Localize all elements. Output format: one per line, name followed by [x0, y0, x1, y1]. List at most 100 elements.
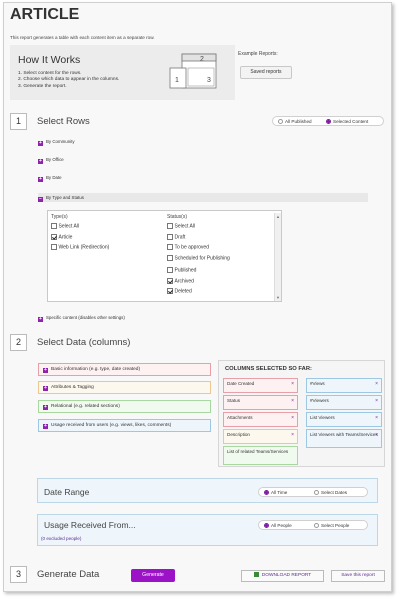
- selected-content-option[interactable]: Selected Content: [326, 119, 368, 124]
- data-group-label: Relational (e.g. related sections): [51, 404, 120, 409]
- scroll-down-icon[interactable]: ▼: [276, 295, 280, 300]
- checkbox-label: Select All: [58, 223, 80, 230]
- data-group-label: Usage received from users (e.g. views, l…: [51, 423, 172, 428]
- chip-label: Status: [227, 398, 241, 403]
- filter-by-community[interactable]: + By Community: [38, 139, 75, 146]
- remove-icon[interactable]: ×: [291, 398, 294, 405]
- chip-label: List Viewers: [310, 415, 335, 420]
- select-dates-label: Select Dates: [321, 490, 348, 495]
- data-group-attributes[interactable]: + Attributes & Tagging: [38, 381, 211, 394]
- checkbox[interactable]: [167, 267, 173, 273]
- checkbox-label: Web Link (Redirection): [58, 244, 110, 251]
- type-web-link[interactable]: Web Link (Redirection): [51, 244, 109, 251]
- expand-icon[interactable]: +: [38, 177, 43, 182]
- types-header: Type(s): [51, 214, 68, 220]
- select-people-option[interactable]: Select People: [314, 523, 349, 528]
- expand-icon[interactable]: +: [38, 159, 43, 164]
- column-chip-list-viewers-teams: List Viewers with Teams/Services ×: [306, 429, 382, 448]
- filter-by-office[interactable]: + By Office: [38, 157, 64, 164]
- collapse-icon[interactable]: −: [38, 197, 43, 202]
- excluded-people-link[interactable]: (0 excluded people): [41, 536, 81, 541]
- expand-icon[interactable]: +: [43, 424, 48, 429]
- data-group-relational[interactable]: + Relational (e.g. related sections): [38, 400, 211, 413]
- step-2-number: 2: [10, 334, 27, 351]
- rows-scope-toggle: All Published Selected Content: [272, 116, 384, 126]
- expand-icon[interactable]: +: [43, 386, 48, 391]
- chip-label: Description: [227, 432, 250, 437]
- save-report-button[interactable]: Save this report: [331, 570, 385, 582]
- type-select-all[interactable]: Select All: [51, 223, 79, 230]
- status-scrollbar[interactable]: ▲ ▼: [274, 213, 281, 301]
- how-step-3: 3. Generate the report.: [18, 83, 67, 89]
- data-group-usage[interactable]: + Usage received from users (e.g. views, …: [38, 419, 211, 432]
- spreadsheet-icon: [253, 572, 259, 577]
- chip-label: #Viewers: [310, 398, 329, 403]
- remove-icon[interactable]: ×: [291, 381, 294, 388]
- status-to-be-approved[interactable]: To be approved: [167, 244, 209, 251]
- all-published-radio[interactable]: [278, 119, 283, 124]
- data-group-basic[interactable]: + Basic information (e.g. type, date crea…: [38, 363, 211, 376]
- expand-icon[interactable]: +: [43, 368, 48, 373]
- checkbox[interactable]: [167, 255, 173, 261]
- filter-label: By Office: [46, 157, 64, 162]
- data-group-label: Attributes & Tagging: [51, 385, 94, 390]
- usage-received-panel: Usage Received From... All People Select…: [37, 514, 378, 546]
- filter-by-date[interactable]: + By Date: [38, 175, 62, 182]
- remove-icon[interactable]: ×: [375, 432, 378, 439]
- checkbox[interactable]: [167, 244, 173, 250]
- all-people-label: All People: [271, 523, 292, 528]
- all-time-radio[interactable]: [264, 490, 269, 495]
- status-archived[interactable]: Archived: [167, 278, 194, 285]
- checkbox-label: Draft: [174, 234, 186, 241]
- saved-reports-button[interactable]: Saved reports: [240, 66, 292, 79]
- download-report-label: DOWNLOAD REPORT: [261, 573, 312, 578]
- expand-icon[interactable]: +: [43, 405, 48, 410]
- checkbox[interactable]: [51, 234, 57, 240]
- status-draft[interactable]: Draft: [167, 234, 185, 241]
- status-header: Status(s): [167, 214, 188, 220]
- status-deleted[interactable]: Deleted: [167, 288, 192, 295]
- checkbox[interactable]: [51, 244, 57, 250]
- select-people-radio[interactable]: [314, 523, 319, 528]
- chip-label: #Views: [310, 381, 325, 386]
- how-step-2: 2. Choose which data to appear in the co…: [18, 77, 120, 83]
- all-time-option[interactable]: All Time: [264, 490, 287, 495]
- column-chip-list-viewers: List Viewers ×: [306, 412, 382, 427]
- checkbox[interactable]: [167, 288, 173, 294]
- expand-icon[interactable]: +: [38, 317, 43, 322]
- checkbox-label: Deleted: [174, 288, 192, 295]
- all-people-option[interactable]: All People: [264, 523, 292, 528]
- select-dates-option[interactable]: Select Dates: [314, 490, 347, 495]
- remove-icon[interactable]: ×: [375, 398, 378, 405]
- filter-by-type-status[interactable]: − By Type and Status: [38, 195, 84, 202]
- filter-label: By Community: [46, 139, 75, 144]
- checkbox[interactable]: [167, 223, 173, 229]
- how-it-works-panel: How It Works 1. Select content for the r…: [10, 45, 235, 100]
- selected-content-radio[interactable]: [326, 119, 331, 124]
- remove-icon[interactable]: ×: [291, 432, 294, 439]
- download-report-button[interactable]: DOWNLOAD REPORT: [241, 570, 324, 582]
- all-people-radio[interactable]: [264, 523, 269, 528]
- example-reports-label: Example Reports:: [238, 51, 278, 57]
- how-it-works-heading: How It Works: [18, 54, 81, 66]
- status-scheduled[interactable]: Scheduled for Publishing: [167, 255, 230, 262]
- status-select-all[interactable]: Select All: [167, 223, 195, 230]
- remove-icon[interactable]: ×: [291, 415, 294, 422]
- filter-specific-content[interactable]: + Specific content (disables other settin…: [38, 315, 125, 322]
- chip-label: Date Created: [227, 381, 255, 386]
- status-published[interactable]: Published: [167, 267, 196, 274]
- type-article[interactable]: Article: [51, 234, 72, 241]
- checkbox[interactable]: [51, 223, 57, 229]
- remove-icon[interactable]: ×: [375, 415, 378, 422]
- how-it-works-steps: 1. Select content for the rows. 2. Choos…: [18, 71, 119, 90]
- checkbox[interactable]: [167, 278, 173, 284]
- remove-icon[interactable]: ×: [375, 381, 378, 388]
- expand-icon[interactable]: +: [38, 141, 43, 146]
- checkbox[interactable]: [167, 234, 173, 240]
- all-published-option[interactable]: All Published: [278, 119, 312, 124]
- checkbox-label: Archived: [174, 278, 194, 285]
- filter-by-type-status-header: [38, 193, 368, 202]
- select-dates-radio[interactable]: [314, 490, 319, 495]
- generate-button[interactable]: Generate: [131, 569, 175, 582]
- scroll-up-icon[interactable]: ▲: [276, 214, 280, 219]
